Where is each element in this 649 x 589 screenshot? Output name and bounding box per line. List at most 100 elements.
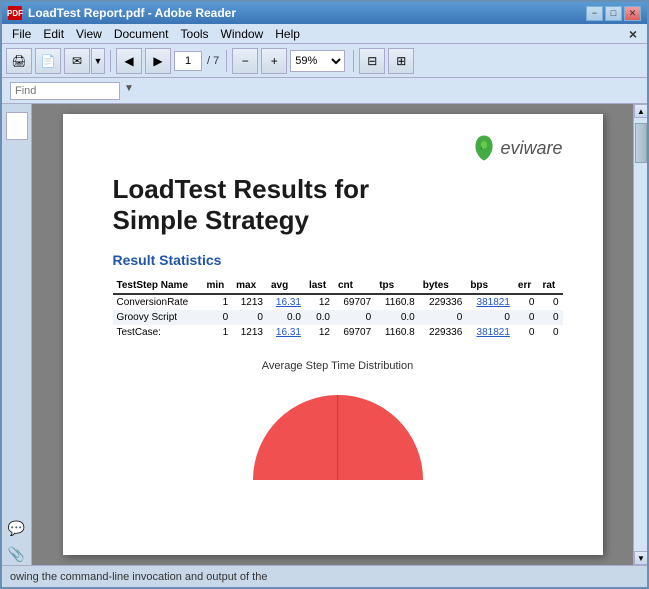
- cell-avg: 0.0: [267, 310, 305, 325]
- find-input[interactable]: [10, 82, 120, 100]
- minimize-button[interactable]: −: [586, 6, 603, 21]
- note-icon[interactable]: 💬: [6, 517, 28, 539]
- scroll-thumb[interactable]: [635, 123, 647, 163]
- bottom-strip: owing the command-line invocation and ou…: [2, 565, 647, 587]
- title-bar: PDF LoadTest Report.pdf - Adobe Reader −…: [2, 2, 647, 24]
- cell-last: 12: [305, 294, 334, 310]
- th-bps: bps: [466, 278, 514, 294]
- scroll-down-button[interactable]: ▼: [634, 551, 647, 565]
- left-sidebar: 💬 📎: [2, 104, 32, 565]
- nav-next-button[interactable]: ▶: [145, 48, 171, 74]
- email-dropdown[interactable]: ▼: [91, 48, 105, 74]
- maximize-button[interactable]: □: [605, 6, 622, 21]
- th-min: min: [203, 278, 233, 294]
- cell-bps: 381821: [466, 325, 514, 340]
- cell-min: 1: [203, 294, 233, 310]
- window-controls: − □ ✕: [586, 6, 641, 21]
- zoom-out-button[interactable]: −: [232, 48, 258, 74]
- find-dropdown-icon[interactable]: ▼: [124, 83, 140, 99]
- menu-window[interactable]: Window: [215, 25, 270, 43]
- section-title: Result Statistics: [113, 252, 563, 268]
- app-window: PDF LoadTest Report.pdf - Adobe Reader −…: [0, 0, 649, 589]
- email-button[interactable]: ✉: [64, 48, 90, 74]
- table-row: Groovy Script000.00.000.00000: [113, 310, 563, 325]
- cell-cnt: 69707: [334, 294, 375, 310]
- scroll-up-button[interactable]: ▲: [634, 104, 647, 118]
- cell-name: Groovy Script: [113, 310, 203, 325]
- cell-rat: 0: [538, 310, 562, 325]
- menu-help[interactable]: Help: [269, 25, 306, 43]
- email-button-group: ✉ ▼: [64, 48, 105, 74]
- menu-document[interactable]: Document: [108, 25, 175, 43]
- stats-table: TestStep Name min max avg last cnt tps b…: [113, 278, 563, 340]
- cell-avg: 16.31: [267, 294, 305, 310]
- toolbar: 🖨 📄 ✉ ▼ ◀ ▶ / 7 − + 59% 75% 100% 125% ⊟ …: [2, 44, 647, 78]
- cell-err: 0: [514, 325, 539, 340]
- fit-width-button[interactable]: ⊞: [388, 48, 414, 74]
- fit-page-button[interactable]: ⊟: [359, 48, 385, 74]
- th-err: err: [514, 278, 539, 294]
- logo-text: eviware: [500, 138, 562, 159]
- panel-close-button[interactable]: ×: [623, 26, 643, 42]
- main-area: 💬 📎 eviware LoadTest Results for: [2, 104, 647, 565]
- th-bytes: bytes: [419, 278, 467, 294]
- cell-name: TestCase:: [113, 325, 203, 340]
- cell-max: 0: [232, 310, 267, 325]
- page-thumbnail[interactable]: [6, 112, 28, 140]
- menu-edit[interactable]: Edit: [37, 25, 70, 43]
- cell-tps: 1160.8: [375, 294, 419, 310]
- zoom-select[interactable]: 59% 75% 100% 125%: [290, 50, 345, 72]
- zoom-in-button[interactable]: +: [261, 48, 287, 74]
- logo-leaf-icon: [472, 134, 496, 162]
- menu-file[interactable]: File: [6, 25, 37, 43]
- menu-tools[interactable]: Tools: [175, 25, 215, 43]
- cell-cnt: 69707: [334, 325, 375, 340]
- pie-chart: [238, 380, 438, 500]
- th-avg: avg: [267, 278, 305, 294]
- th-rat: rat: [538, 278, 562, 294]
- page-number-input[interactable]: [174, 51, 202, 71]
- separator-3: [353, 50, 354, 72]
- attachment-icon[interactable]: 📎: [6, 543, 28, 565]
- separator-1: [110, 50, 111, 72]
- cell-rat: 0: [538, 294, 562, 310]
- pdf-logo: eviware: [472, 134, 562, 162]
- cell-rat: 0: [538, 325, 562, 340]
- pdf-page: eviware LoadTest Results for Simple Stra…: [63, 114, 603, 555]
- cell-min: 0: [203, 310, 233, 325]
- scroll-track[interactable]: [634, 118, 647, 551]
- nav-prev-button[interactable]: ◀: [116, 48, 142, 74]
- chart-title: Average Step Time Distribution: [262, 360, 413, 372]
- cell-cnt: 0: [334, 310, 375, 325]
- page-total: / 7: [205, 55, 221, 67]
- cell-bytes: 229336: [419, 325, 467, 340]
- cell-bps: 381821: [466, 294, 514, 310]
- cell-bytes: 229336: [419, 294, 467, 310]
- app-icon: PDF: [8, 6, 22, 20]
- cell-avg: 16.31: [267, 325, 305, 340]
- table-header-row: TestStep Name min max avg last cnt tps b…: [113, 278, 563, 294]
- th-name: TestStep Name: [113, 278, 203, 294]
- cell-tps: 1160.8: [375, 325, 419, 340]
- menu-view[interactable]: View: [70, 25, 108, 43]
- th-max: max: [232, 278, 267, 294]
- title-bar-text: PDF LoadTest Report.pdf - Adobe Reader: [8, 6, 236, 20]
- vertical-scrollbar: ▲ ▼: [633, 104, 647, 565]
- chart-area: Average Step Time Distribution: [113, 360, 563, 500]
- bottom-text: owing the command-line invocation and ou…: [10, 571, 267, 583]
- table-row: TestCase:1121316.3112697071160.822933638…: [113, 325, 563, 340]
- stats-table-body: ConversionRate1121316.3112697071160.8229…: [113, 294, 563, 340]
- separator-2: [226, 50, 227, 72]
- cell-bps: 0: [466, 310, 514, 325]
- cell-min: 1: [203, 325, 233, 340]
- table-row: ConversionRate1121316.3112697071160.8229…: [113, 294, 563, 310]
- find-bar: ▼: [2, 78, 647, 104]
- print-button[interactable]: 🖨: [6, 48, 32, 74]
- cell-name: ConversionRate: [113, 294, 203, 310]
- cell-bytes: 0: [419, 310, 467, 325]
- page-setup-button[interactable]: 📄: [35, 48, 61, 74]
- close-button[interactable]: ✕: [624, 6, 641, 21]
- th-last: last: [305, 278, 334, 294]
- cell-tps: 0.0: [375, 310, 419, 325]
- cell-err: 0: [514, 310, 539, 325]
